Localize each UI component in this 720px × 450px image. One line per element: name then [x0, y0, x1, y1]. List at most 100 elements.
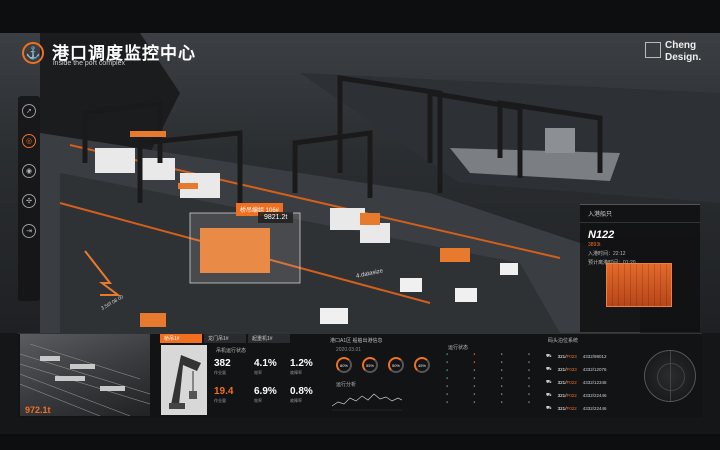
truck-code: 4332/12348	[582, 379, 607, 385]
stat-card: 19.4 作业量	[214, 386, 250, 404]
status-dot-icon: ●	[500, 392, 503, 396]
anchor-logo-icon: ⚓	[22, 42, 44, 64]
status-dot-icon: ●	[527, 400, 530, 404]
truck-plate-prefix: 321	[557, 366, 566, 372]
truck-plate: 321/F022	[557, 379, 577, 385]
truck-code: 4332/12076	[582, 366, 607, 372]
status-dot-icon: ●	[473, 368, 476, 372]
stat-value: 19.4	[214, 386, 234, 397]
bottom-letterbox	[0, 434, 720, 450]
truck-plate-highlight: F033	[566, 366, 577, 372]
stat-card: 382 作业量	[214, 358, 250, 376]
table-row: ● ● ● ●	[446, 384, 530, 392]
truck-plate: 321/F033	[557, 366, 577, 372]
table-row: ● ● ● ●	[446, 392, 530, 400]
stat-label: 效率	[254, 370, 262, 375]
status-dot-icon: ●	[500, 400, 503, 404]
truck-icon: ⛟	[546, 365, 552, 371]
status-dot-icon: ●	[500, 352, 503, 356]
truck-icon: ⛟	[546, 391, 552, 397]
truck-row[interactable]: ⛟ 321/F022 4332/12348	[546, 377, 642, 387]
photo-value: 972.1t	[25, 405, 51, 415]
stat-value: 6.9%	[254, 386, 277, 397]
stat-label: 作业量	[214, 370, 226, 375]
ship-tonnage: 3893t	[588, 242, 601, 248]
stat-value: 382	[214, 358, 231, 369]
truck-row[interactable]: ⛟ 321/F033 4332/12076	[546, 364, 642, 374]
truck-plate-highlight: F022	[566, 379, 577, 385]
status-dot-icon: ●	[473, 352, 476, 356]
aerial-photo-illustration	[20, 343, 150, 416]
status-dot-icon: ●	[527, 368, 530, 372]
truck-code: 4332/22446	[582, 392, 607, 398]
table-row: ● ● ● ●	[446, 368, 530, 376]
truck-plate-prefix: 321	[557, 392, 566, 398]
exit-icon[interactable]: ⇥	[22, 224, 36, 238]
table-row: ● ● ● ●	[446, 360, 530, 368]
truck-row[interactable]: ⛟ 321/F022 4332/22446	[546, 390, 642, 400]
truck-code: 4332/98012	[582, 353, 607, 359]
stat-card: 0.8% 故障率	[290, 386, 326, 404]
status-dot-icon: ●	[527, 392, 530, 396]
crane-stats: 382 作业量 4.1% 效率 1.2% 故障率 19.4 作业量 6.9% 效…	[214, 346, 314, 414]
table-row: ● ● ● ●	[446, 352, 530, 360]
status-dot-icon: ●	[446, 360, 449, 364]
aerial-photo: 972.1t	[20, 334, 150, 416]
stat-card: 1.2% 故障率	[290, 358, 326, 376]
truck-code: 4332/22446	[582, 405, 607, 411]
status-dot-icon: ●	[527, 384, 530, 388]
truck-plate-highlight: F022	[566, 405, 577, 411]
brand-grid-icon	[645, 42, 661, 58]
brand-line-1: Cheng	[665, 40, 697, 51]
network-icon[interactable]: ✣	[22, 194, 36, 208]
table-row: ● ● ● ●	[446, 376, 530, 384]
tab-crane-1[interactable]: 桥吊1#	[160, 334, 202, 343]
truck-plate: 321/F023	[557, 353, 577, 359]
gauge: 55%	[362, 357, 378, 373]
crane-weight-value: 9821.2t	[258, 212, 294, 223]
radar-icon[interactable]: ◉	[22, 164, 36, 178]
line-chart-title: 运行分析	[336, 382, 357, 388]
status-table: ● ● ● ● ● ● ● ● ● ● ● ● ● ● ● ● ● ● ● ● ● ● ● ● ● ● ● ●	[446, 352, 530, 422]
stat-card: 4.1% 效率	[254, 358, 290, 376]
status-dot-icon: ●	[500, 368, 503, 372]
status-dot-icon: ●	[473, 400, 476, 404]
ship-info-panel: 入港船只 N122 3893t 入港时间：22:12 预计离港时间：01:20	[580, 204, 700, 332]
stat-label: 作业量	[214, 398, 226, 403]
crane-drawing	[169, 355, 201, 409]
brand-line-2: Design.	[665, 52, 702, 63]
status-dot-icon: ●	[500, 360, 503, 364]
status-dot-icon: ●	[500, 376, 503, 380]
tab-lifter-1[interactable]: 起重机1#	[248, 334, 290, 343]
status-dot-icon: ●	[473, 360, 476, 364]
stat-label: 故障率	[290, 398, 302, 403]
truck-plate-prefix: 321	[557, 379, 566, 385]
rocket-icon[interactable]: ➚	[22, 104, 36, 118]
stat-value: 0.8%	[290, 386, 313, 397]
truck-row[interactable]: ⛟ 321/F022 4332/22446	[546, 403, 642, 413]
truck-icon: ⛟	[546, 404, 552, 410]
stat-value: 4.1%	[254, 358, 277, 369]
line-chart	[332, 393, 402, 411]
ship-arrive-time: 入港时间：22:12	[588, 251, 626, 257]
status-dot-icon: ●	[446, 384, 449, 388]
crane-tabs: 桥吊1# 龙门吊1# 起重机1#	[160, 334, 290, 343]
gauge: 80%	[336, 357, 352, 373]
truck-plate: 321/F022	[557, 405, 577, 411]
ops-title: 港口A1区 船舶出港信息	[330, 338, 383, 344]
page-subtitle: inside the port complex	[53, 60, 125, 67]
status-dot-icon: ●	[527, 360, 530, 364]
target-icon[interactable]: ◎	[22, 134, 36, 148]
truck-plate-prefix: 321	[557, 353, 566, 359]
tab-gantry-1[interactable]: 龙门吊1#	[204, 334, 246, 343]
ops-date: 2020.03.01	[336, 347, 362, 353]
truck-panel-title: 码头泊位系统	[548, 338, 579, 344]
stat-label: 故障率	[290, 370, 302, 375]
ship-panel-heading: 入港船只	[580, 205, 700, 223]
radar-widget	[644, 350, 696, 402]
truck-row[interactable]: ⛟ 321/F023 4332/98012	[546, 351, 642, 361]
status-dot-icon: ●	[446, 352, 449, 356]
status-dot-icon: ●	[500, 384, 503, 388]
truck-plate-highlight: F023	[566, 353, 577, 359]
status-dot-icon: ●	[473, 392, 476, 396]
